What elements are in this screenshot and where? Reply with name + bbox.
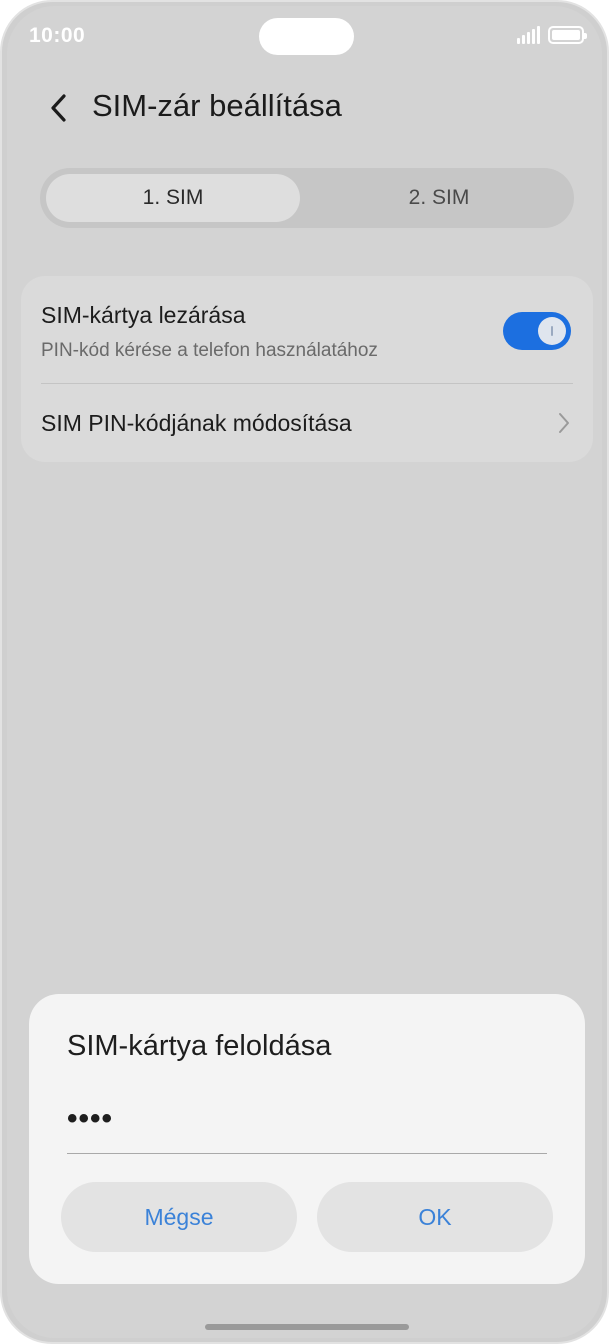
tab-sim-1[interactable]: 1. SIM bbox=[46, 174, 300, 222]
change-pin-item[interactable]: SIM PIN-kódjának módosítása bbox=[41, 410, 352, 437]
home-indicator[interactable] bbox=[205, 1324, 409, 1330]
tab-sim-2[interactable]: 2. SIM bbox=[312, 174, 566, 222]
pin-underline bbox=[67, 1153, 547, 1154]
unlock-sim-dialog: SIM-kártya feloldása •••• Mégse OK bbox=[29, 994, 585, 1284]
signal-icon bbox=[517, 26, 540, 44]
divider bbox=[41, 383, 573, 384]
phone-frame: 10:00 SIM-zár beállítása 1. SIM 2. SIM S… bbox=[0, 0, 609, 1344]
sim-selector: 1. SIM 2. SIM bbox=[40, 168, 574, 228]
lock-sim-title: SIM-kártya lezárása bbox=[41, 302, 246, 328]
battery-icon bbox=[548, 26, 587, 44]
status-time: 10:00 bbox=[29, 24, 86, 47]
sim-lock-settings-card: SIM-kártya lezárása PIN-kód kérése a tel… bbox=[21, 276, 593, 462]
chevron-left-icon bbox=[51, 94, 66, 122]
toggle-knob bbox=[538, 317, 566, 345]
camera-island bbox=[259, 18, 354, 55]
ok-button[interactable]: OK bbox=[317, 1182, 553, 1252]
chevron-right-icon bbox=[559, 413, 569, 433]
lock-sim-subtitle: PIN-kód kérése a telefon használatához bbox=[41, 340, 378, 361]
phone-screen: 10:00 SIM-zár beállítása 1. SIM 2. SIM S… bbox=[7, 6, 602, 1338]
pin-input[interactable]: •••• bbox=[67, 1094, 547, 1154]
cancel-button[interactable]: Mégse bbox=[61, 1182, 297, 1252]
settings-screen: 10:00 SIM-zár beállítása 1. SIM 2. SIM S… bbox=[7, 6, 602, 1338]
status-icons bbox=[517, 26, 587, 44]
dialog-title: SIM-kártya feloldása bbox=[67, 1030, 332, 1062]
lock-sim-toggle[interactable] bbox=[503, 312, 571, 350]
pin-value: •••• bbox=[67, 1102, 114, 1135]
back-button[interactable] bbox=[41, 86, 77, 130]
page-title: SIM-zár beállítása bbox=[92, 88, 342, 123]
